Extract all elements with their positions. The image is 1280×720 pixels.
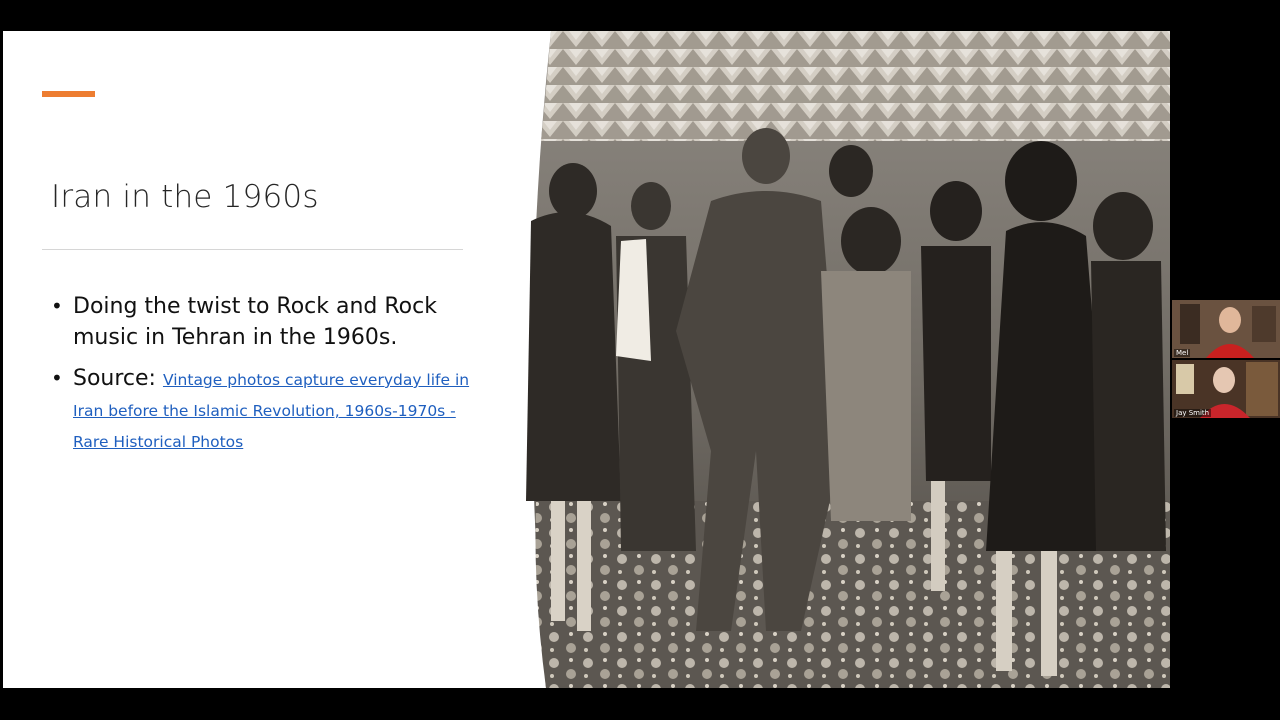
- photo-illustration: [526, 31, 1170, 688]
- bullet-list: • Doing the twist to Rock and Rock music…: [47, 291, 487, 466]
- participant-name: Jay Smith: [1174, 409, 1212, 417]
- source-prefix: Source:: [73, 366, 163, 391]
- accent-bar: [42, 91, 95, 97]
- bullet-text: Doing the twist to Rock and Rock music i…: [73, 294, 437, 350]
- bullet-dot-icon: •: [51, 294, 63, 318]
- participant-tile-jay-smith[interactable]: Jay Smith: [1172, 360, 1280, 418]
- slide-title: Iran in the 1960s: [51, 179, 319, 215]
- bullet-dot-icon: •: [51, 366, 63, 390]
- participant-tile-mel[interactable]: Mel: [1172, 300, 1280, 358]
- presentation-slide: Iran in the 1960s • Doing the twist to R…: [3, 31, 1170, 688]
- title-divider: [42, 249, 463, 250]
- bullet-item-description: • Doing the twist to Rock and Rock music…: [47, 291, 487, 353]
- video-participants-panel: Mel Jay Smith: [1172, 300, 1280, 420]
- participant-name: Mel: [1174, 349, 1191, 357]
- bullet-item-source: • Source: Vintage photos capture everyda…: [47, 363, 487, 456]
- dancing-photo-image: [511, 31, 1170, 688]
